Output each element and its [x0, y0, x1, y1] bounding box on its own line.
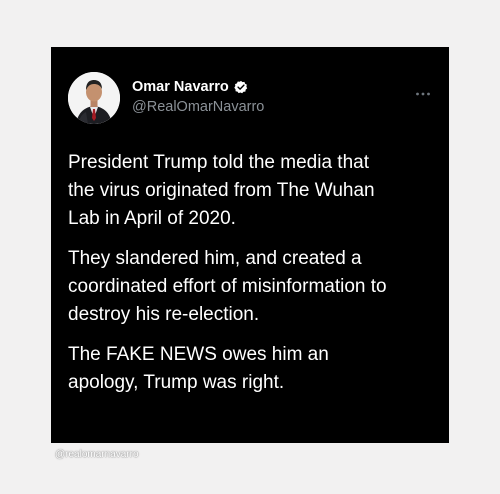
author-names: Omar Navarro @RealOmarNavarro [132, 78, 264, 117]
tweet-text: President Trump told the media that the … [68, 149, 438, 409]
watermark: @realomarnavarro [55, 449, 139, 460]
display-name-row: Omar Navarro [132, 78, 264, 96]
tweet-card: Omar Navarro @RealOmarNavarro President … [51, 47, 449, 443]
person-suit-avatar-icon [68, 72, 120, 124]
user-handle[interactable]: @RealOmarNavarro [132, 97, 264, 117]
tweet-header: Omar Navarro @RealOmarNavarro [68, 72, 433, 124]
tweet-paragraph: They slandered him, and created a coordi… [68, 248, 387, 325]
ellipsis-icon[interactable] [415, 84, 431, 96]
tweet-paragraph: President Trump told the media that the … [68, 152, 375, 229]
verified-badge-icon [234, 80, 248, 94]
page: Omar Navarro @RealOmarNavarro President … [0, 0, 500, 494]
display-name[interactable]: Omar Navarro [132, 78, 229, 96]
tweet-paragraph: The FAKE NEWS owes him an apology, Trump… [68, 344, 329, 393]
avatar[interactable] [68, 72, 120, 124]
